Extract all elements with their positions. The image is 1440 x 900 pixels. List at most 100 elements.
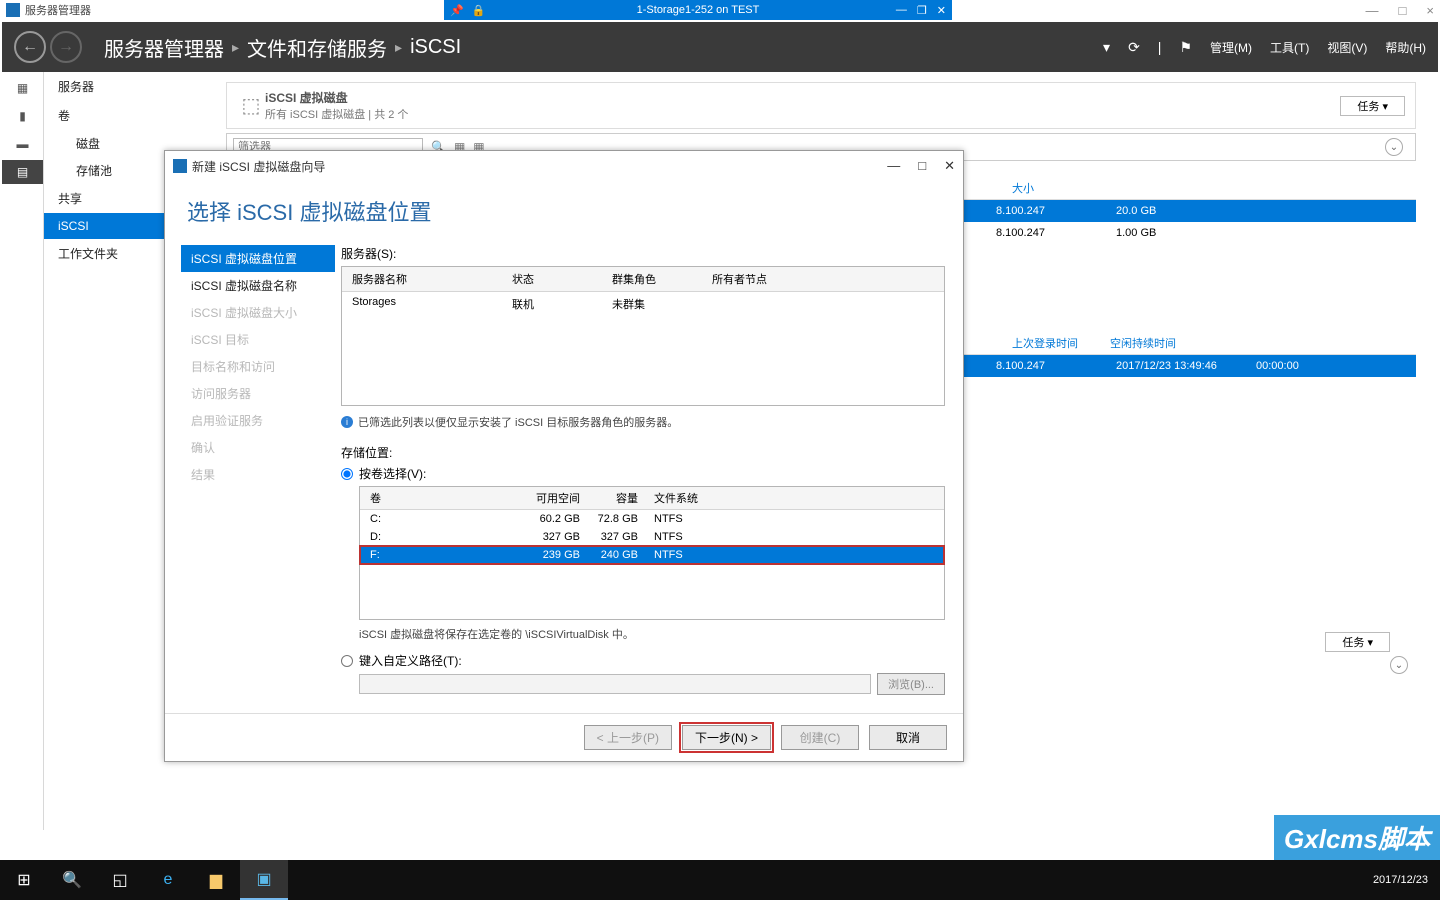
step-auth: 启用验证服务 [181,407,335,434]
col-free: 可用空间 [528,487,586,509]
wizard-title: 新建 iSCSI 虚拟磁盘向导 [192,158,325,175]
expand-toggle[interactable]: ⌄ [1385,138,1403,156]
remote-minimize[interactable]: — [896,4,907,17]
radio-by-volume[interactable]: 按卷选择(V): [341,465,945,482]
menu-tools[interactable]: 工具(T) [1270,39,1309,56]
col-cluster: 群集角色 [602,267,702,291]
step-result: 结果 [181,461,335,488]
window-close[interactable]: × [1426,3,1434,18]
col-status: 状态 [502,267,602,291]
start-button[interactable]: ⊞ [0,860,48,900]
forward-button: → [50,31,82,63]
col-idle[interactable]: 空闲持续时间 [1094,335,1192,351]
rail-dashboard-icon[interactable]: ▦ [2,76,43,100]
storage-label: 存储位置: [341,444,945,461]
search-icon[interactable]: 🔍 [48,860,96,900]
panel-subtitle: 所有 iSCSI 虚拟磁盘 | 共 2 个 [265,106,408,122]
col-size[interactable]: 大小 [996,180,1050,196]
explorer-icon[interactable]: ▆ [192,860,240,900]
ie-icon[interactable]: e [144,860,192,900]
flag-icon[interactable]: ⚑ [1179,39,1192,56]
app-icon [6,3,20,17]
col-lastlogin[interactable]: 上次登录时间 [996,335,1094,351]
cancel-button[interactable]: 取消 [869,725,947,750]
radio-custom-path[interactable]: 键入自定义路径(T): [341,652,945,669]
col-volume: 卷 [360,487,528,509]
dropdown-icon[interactable]: ▾ [1103,39,1110,56]
server-label: 服务器(S): [341,245,945,262]
chevron-right-icon: ▸ [232,39,239,56]
menu-help[interactable]: 帮助(H) [1385,39,1426,56]
back-button[interactable]: ← [14,31,46,63]
filter-note: i 已筛选此列表以便仅显示安装了 iSCSI 目标服务器角色的服务器。 [341,414,945,430]
path-note: iSCSI 虚拟磁盘将保存在选定卷的 \iSCSIVirtualDisk 中。 [359,626,945,642]
step-target: iSCSI 目标 [181,326,335,353]
breadcrumb: 服务器管理器 ▸ 文件和存储服务 ▸ iSCSI [104,33,461,62]
nav-servers[interactable]: 服务器 [44,72,214,101]
window-maximize[interactable]: □ [1399,3,1407,18]
step-name[interactable]: iSCSI 虚拟磁盘名称 [181,272,335,299]
refresh-icon[interactable]: ⟳ [1128,39,1140,56]
server-list[interactable]: 服务器名称 状态 群集角色 所有者节点 Storages 联机 未群集 [341,266,945,406]
chevron-right-icon: ▸ [395,39,402,56]
col-fs: 文件系统 [644,487,724,509]
rail-disk-icon[interactable]: ▬ [2,132,43,156]
nav-volumes[interactable]: 卷 [44,101,214,130]
wizard-heading: 选择 iSCSI 虚拟磁盘位置 [165,181,963,245]
col-cap: 容量 [586,487,644,509]
volume-row-f[interactable]: F: 239 GB 240 GB NTFS [360,546,944,564]
menu-view[interactable]: 视图(V) [1327,39,1367,56]
rail-storage-icon[interactable]: ▤ [2,160,43,184]
step-size: iSCSI 虚拟磁盘大小 [181,299,335,326]
separator: | [1158,39,1162,55]
wizard-footer: < 上一步(P) 下一步(N) > 创建(C) 取消 [165,713,963,761]
wizard-titlebar: 新建 iSCSI 虚拟磁盘向导 — □ ✕ [165,151,963,181]
col-owner: 所有者节点 [702,267,822,291]
wizard-main: 服务器(S): 服务器名称 状态 群集角色 所有者节点 Storages 联机 … [335,245,963,713]
radio-custom-input[interactable] [341,655,353,667]
pin-icon[interactable]: 📌 [450,4,464,17]
wizard-dialog: 新建 iSCSI 虚拟磁盘向导 — □ ✕ 选择 iSCSI 虚拟磁盘位置 iS… [164,150,964,762]
wizard-close[interactable]: ✕ [944,158,955,174]
info-icon: i [341,416,353,428]
task-view-icon[interactable]: ◱ [96,860,144,900]
window-minimize[interactable]: — [1366,3,1379,18]
disk-icon: ⬚ [237,92,265,120]
panel-header: ⬚ iSCSI 虚拟磁盘 所有 iSCSI 虚拟磁盘 | 共 2 个 任务 ▾ [226,82,1416,129]
remote-session-bar: 📌 🔒 1-Storage1-252 on TEST — ❐ ✕ [444,0,952,20]
browse-button: 浏览(B)... [877,673,945,695]
lock-icon: 🔒 [472,4,486,17]
tasks-dropdown-2[interactable]: 任务 ▾ [1325,632,1390,652]
rail-server-icon[interactable]: ▮ [2,104,43,128]
tasks-dropdown[interactable]: 任务 ▾ [1340,96,1405,116]
crumb-root[interactable]: 服务器管理器 [104,33,224,62]
volume-row-c[interactable]: C: 60.2 GB 72.8 GB NTFS [360,510,944,528]
crumb-page[interactable]: iSCSI [410,36,461,59]
remote-restore[interactable]: ❐ [917,4,927,17]
step-confirm: 确认 [181,434,335,461]
volume-row-d[interactable]: D: 327 GB 327 GB NTFS [360,528,944,546]
expand-toggle-2[interactable]: ⌄ [1390,656,1408,674]
step-servers: 访问服务器 [181,380,335,407]
col-server-name: 服务器名称 [342,267,502,291]
app-title: 服务器管理器 [25,2,91,18]
server-manager-header: ← → 服务器管理器 ▸ 文件和存储服务 ▸ iSCSI ▾ ⟳ | ⚑ 管理(… [2,22,1438,72]
prev-button: < 上一步(P) [584,725,672,750]
create-button: 创建(C) [781,725,859,750]
tray-date[interactable]: 2017/12/23 [1361,874,1440,886]
wizard-maximize[interactable]: □ [918,158,926,174]
wizard-minimize[interactable]: — [887,158,900,174]
radio-volume-input[interactable] [341,468,353,480]
menu-manage[interactable]: 管理(M) [1210,39,1252,56]
server-manager-taskbar-icon[interactable]: ▣ [240,860,288,900]
wizard-steps: iSCSI 虚拟磁盘位置 iSCSI 虚拟磁盘名称 iSCSI 虚拟磁盘大小 i… [165,245,335,713]
crumb-section[interactable]: 文件和存储服务 [247,33,387,62]
watermark: Gxlcms脚本 [1274,815,1440,860]
step-location[interactable]: iSCSI 虚拟磁盘位置 [181,245,335,272]
remote-close[interactable]: ✕ [937,4,946,17]
server-row[interactable]: Storages 联机 未群集 [342,292,944,316]
panel-title: iSCSI 虚拟磁盘 [265,89,408,106]
next-button[interactable]: 下一步(N) > [682,725,771,750]
remote-title: 1-Storage1-252 on TEST [637,4,760,16]
volume-list[interactable]: 卷 可用空间 容量 文件系统 C: 60.2 GB 72.8 GB NTFS D… [359,486,945,620]
